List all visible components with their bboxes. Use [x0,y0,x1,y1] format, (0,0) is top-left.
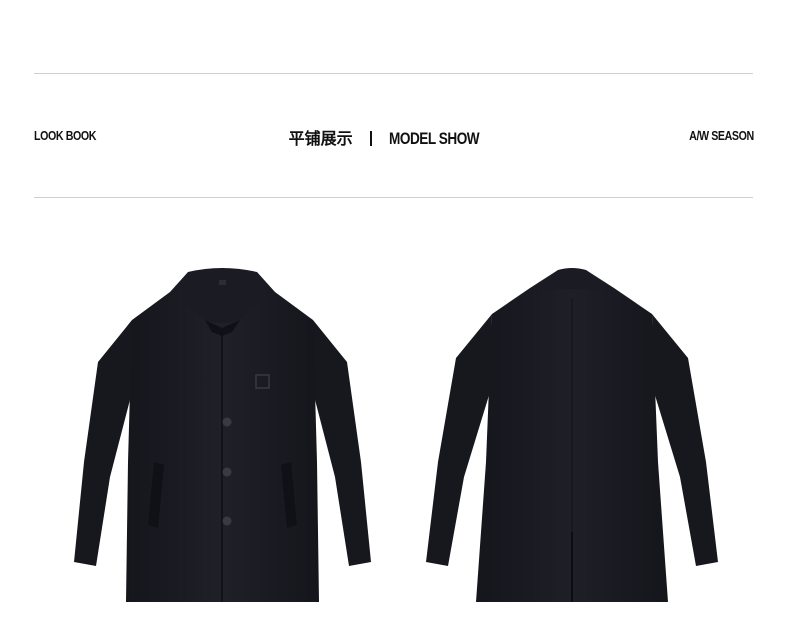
season-label: A/W SEASON [689,128,754,143]
title-separator [369,131,372,146]
section-title-en: MODEL SHOW [388,129,480,148]
bottom-divider [34,197,753,198]
section-title-cn: 平铺展示 [288,129,353,148]
section-title: 平铺展示 MODEL SHOW [0,125,790,149]
coat-back-image [426,268,718,602]
top-divider [34,73,753,74]
coat-front-image [74,268,371,602]
